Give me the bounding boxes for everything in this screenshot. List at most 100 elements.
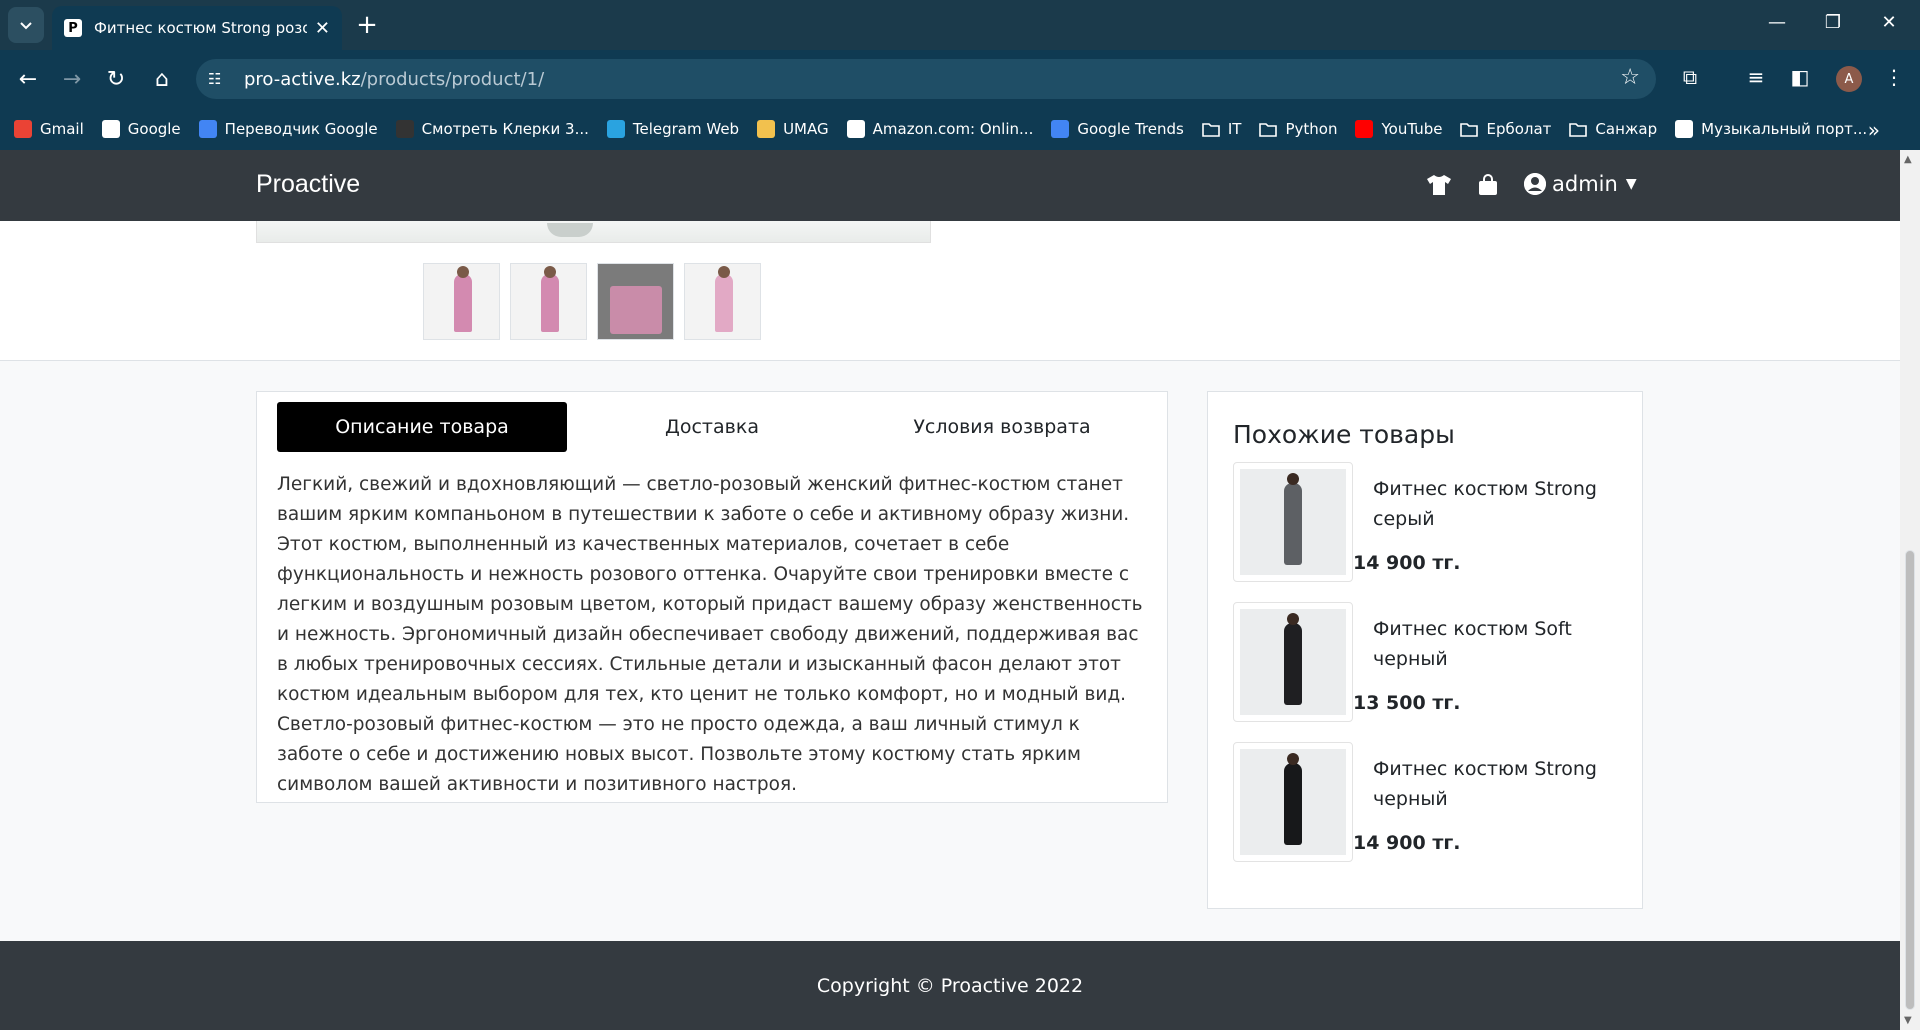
translate-icon bbox=[198, 120, 217, 138]
side-panel-icon[interactable]: ◧ bbox=[1786, 65, 1814, 89]
menu-kebab-icon[interactable]: ⋮ bbox=[1880, 65, 1908, 89]
media-controls-icon[interactable]: ≡ bbox=[1742, 65, 1770, 89]
bookmark-label: Gmail bbox=[40, 120, 84, 138]
bookmark-item[interactable]: Amazon.com: Onlin... bbox=[846, 120, 1034, 138]
shopping-bag-icon[interactable] bbox=[1478, 174, 1498, 202]
browser-toolbar: ← → ↻ ⌂ ☷ pro-active.kz/products/product… bbox=[0, 50, 1920, 108]
folder-icon bbox=[1259, 120, 1278, 138]
thumbnail-1[interactable] bbox=[423, 263, 500, 340]
gmail-icon bbox=[14, 120, 32, 138]
thumbnail-3[interactable] bbox=[597, 263, 674, 340]
similar-products-title: Похожие товары bbox=[1233, 420, 1455, 449]
bookmark-item[interactable]: IT bbox=[1202, 120, 1242, 138]
profile-avatar[interactable]: A bbox=[1836, 66, 1862, 92]
bookmark-label: Telegram Web bbox=[632, 120, 740, 138]
back-icon[interactable]: ← bbox=[12, 63, 44, 95]
bookmark-item[interactable]: YouTube bbox=[1355, 120, 1442, 138]
chevron-down-icon bbox=[20, 22, 32, 30]
page-scrollbar[interactable]: ▲ ▼ bbox=[1900, 150, 1920, 1030]
product-image[interactable] bbox=[1233, 742, 1353, 862]
bookmark-item[interactable]: Python bbox=[1259, 120, 1337, 138]
product-photo-1 bbox=[1284, 473, 1302, 565]
main-product-image bbox=[256, 221, 931, 243]
page-viewport: Proactive admin ▼ Описание товара Достав… bbox=[0, 150, 1900, 1030]
forward-icon[interactable]: → bbox=[56, 63, 88, 95]
bookmark-item[interactable]: Ерболат bbox=[1460, 120, 1551, 138]
caret-down-icon: ▼ bbox=[1625, 176, 1637, 192]
tab-returns[interactable]: Условия возврата bbox=[857, 402, 1147, 452]
tab-delivery[interactable]: Доставка bbox=[567, 402, 857, 452]
thumbnail-4[interactable] bbox=[684, 263, 761, 340]
bookmark-star-icon[interactable]: ☆ bbox=[1620, 65, 1640, 90]
thumbnail-2[interactable] bbox=[510, 263, 587, 340]
folder-icon bbox=[1202, 120, 1220, 138]
restore-icon[interactable]: ❐ bbox=[1818, 12, 1848, 33]
url-text: pro-active.kz/products/product/1/ bbox=[244, 69, 544, 90]
active-tab[interactable]: P Фитнес костюм Strong розовый ✕ bbox=[52, 6, 342, 50]
site-footer: Copyright © Proactive 2022 bbox=[0, 941, 1900, 1030]
tab-title: Фитнес костюм Strong розовый bbox=[94, 19, 307, 37]
bookmark-label: Переводчик Google bbox=[224, 120, 378, 138]
umag-icon bbox=[757, 120, 776, 138]
bookmark-item[interactable]: Google bbox=[101, 120, 181, 138]
scrollbar-thumb[interactable] bbox=[1905, 550, 1915, 1010]
tab-search-button[interactable] bbox=[8, 7, 44, 43]
address-bar[interactable]: ☷ pro-active.kz/products/product/1/ ☆ bbox=[196, 59, 1656, 99]
product-description: Легкий, свежий и вдохновляющий — светло-… bbox=[277, 474, 1143, 795]
browser-tab-strip: P Фитнес костюм Strong розовый ✕ + — ❐ ✕ bbox=[0, 0, 1920, 50]
similar-product-3[interactable]: Фитнес костюм Strong черный 14 900 тг. bbox=[1233, 742, 1633, 862]
product-price: 14 900 тг. bbox=[1353, 832, 1461, 854]
bookmark-item[interactable]: Санжар bbox=[1569, 120, 1657, 138]
bookmarks-overflow-icon[interactable]: » bbox=[1868, 118, 1880, 142]
gt-icon bbox=[1675, 120, 1694, 138]
scroll-down-icon[interactable]: ▼ bbox=[1904, 1015, 1912, 1026]
bookmark-label: Python bbox=[1285, 120, 1338, 138]
bookmark-item[interactable]: Gmail bbox=[14, 120, 84, 138]
home-icon[interactable]: ⌂ bbox=[146, 63, 178, 95]
product-thumbnails bbox=[423, 263, 761, 340]
site-brand[interactable]: Proactive bbox=[256, 170, 360, 199]
bookmark-label: Google bbox=[127, 120, 181, 138]
bookmarks-bar: Gmail Google Переводчик Google Смотреть Кле… bbox=[0, 108, 1920, 150]
folder-icon bbox=[1460, 120, 1479, 138]
bookmark-item[interactable]: Переводчик Google bbox=[198, 120, 378, 138]
bookmark-item[interactable]: Telegram Web bbox=[606, 120, 740, 138]
bookmark-label: Смотреть Клерки 3... bbox=[421, 120, 589, 138]
product-image[interactable] bbox=[1233, 602, 1353, 722]
product-image[interactable] bbox=[1233, 462, 1353, 582]
tab-close-icon[interactable]: ✕ bbox=[315, 18, 330, 39]
product-name[interactable]: Фитнес костюм Strong серый bbox=[1373, 474, 1623, 534]
bookmark-label: Музыкальный порт... bbox=[1701, 120, 1868, 138]
bookmark-label: UMAG bbox=[783, 120, 829, 138]
new-tab-button[interactable]: + bbox=[352, 10, 382, 40]
scroll-up-icon[interactable]: ▲ bbox=[1904, 154, 1912, 165]
extensions-icon[interactable]: ⧉ bbox=[1676, 65, 1704, 89]
product-price: 14 900 тг. bbox=[1353, 552, 1461, 574]
product-name[interactable]: Фитнес костюм Strong черный bbox=[1373, 754, 1623, 814]
bookmark-label: Amazon.com: Onlin... bbox=[872, 120, 1034, 138]
close-window-icon[interactable]: ✕ bbox=[1874, 12, 1904, 33]
user-circle-icon bbox=[1524, 173, 1546, 195]
amazon-icon bbox=[846, 120, 865, 138]
site-info-icon[interactable]: ☷ bbox=[208, 70, 236, 88]
url-host: pro-active.kz bbox=[244, 68, 361, 90]
product-name[interactable]: Фитнес костюм Soft черный bbox=[1373, 614, 1623, 674]
folder-icon bbox=[1569, 120, 1588, 138]
tshirt-icon[interactable] bbox=[1426, 174, 1452, 202]
tab-description[interactable]: Описание товара bbox=[277, 402, 567, 452]
bookmark-label: Ерболат bbox=[1486, 120, 1552, 138]
similar-product-2[interactable]: Фитнес костюм Soft черный 13 500 тг. bbox=[1233, 602, 1633, 722]
bookmark-label: IT bbox=[1227, 120, 1242, 138]
product-price: 13 500 тг. bbox=[1353, 692, 1461, 714]
similar-product-1[interactable]: Фитнес костюм Strong серый 14 900 тг. bbox=[1233, 462, 1633, 582]
bookmark-item[interactable]: UMAG bbox=[757, 120, 829, 138]
product-photo-2 bbox=[1284, 613, 1302, 705]
user-dropdown[interactable]: admin ▼ bbox=[1524, 172, 1637, 196]
reload-icon[interactable]: ↻ bbox=[100, 63, 132, 95]
google-icon bbox=[101, 120, 120, 138]
site-navbar: Proactive admin ▼ bbox=[0, 150, 1900, 221]
bookmark-item[interactable]: Смотреть Клерки 3... bbox=[395, 120, 589, 138]
bookmark-item[interactable]: Google Trends bbox=[1051, 120, 1184, 138]
minimize-icon[interactable]: — bbox=[1762, 12, 1792, 33]
bookmark-item[interactable]: Музыкальный порт... bbox=[1675, 120, 1867, 138]
